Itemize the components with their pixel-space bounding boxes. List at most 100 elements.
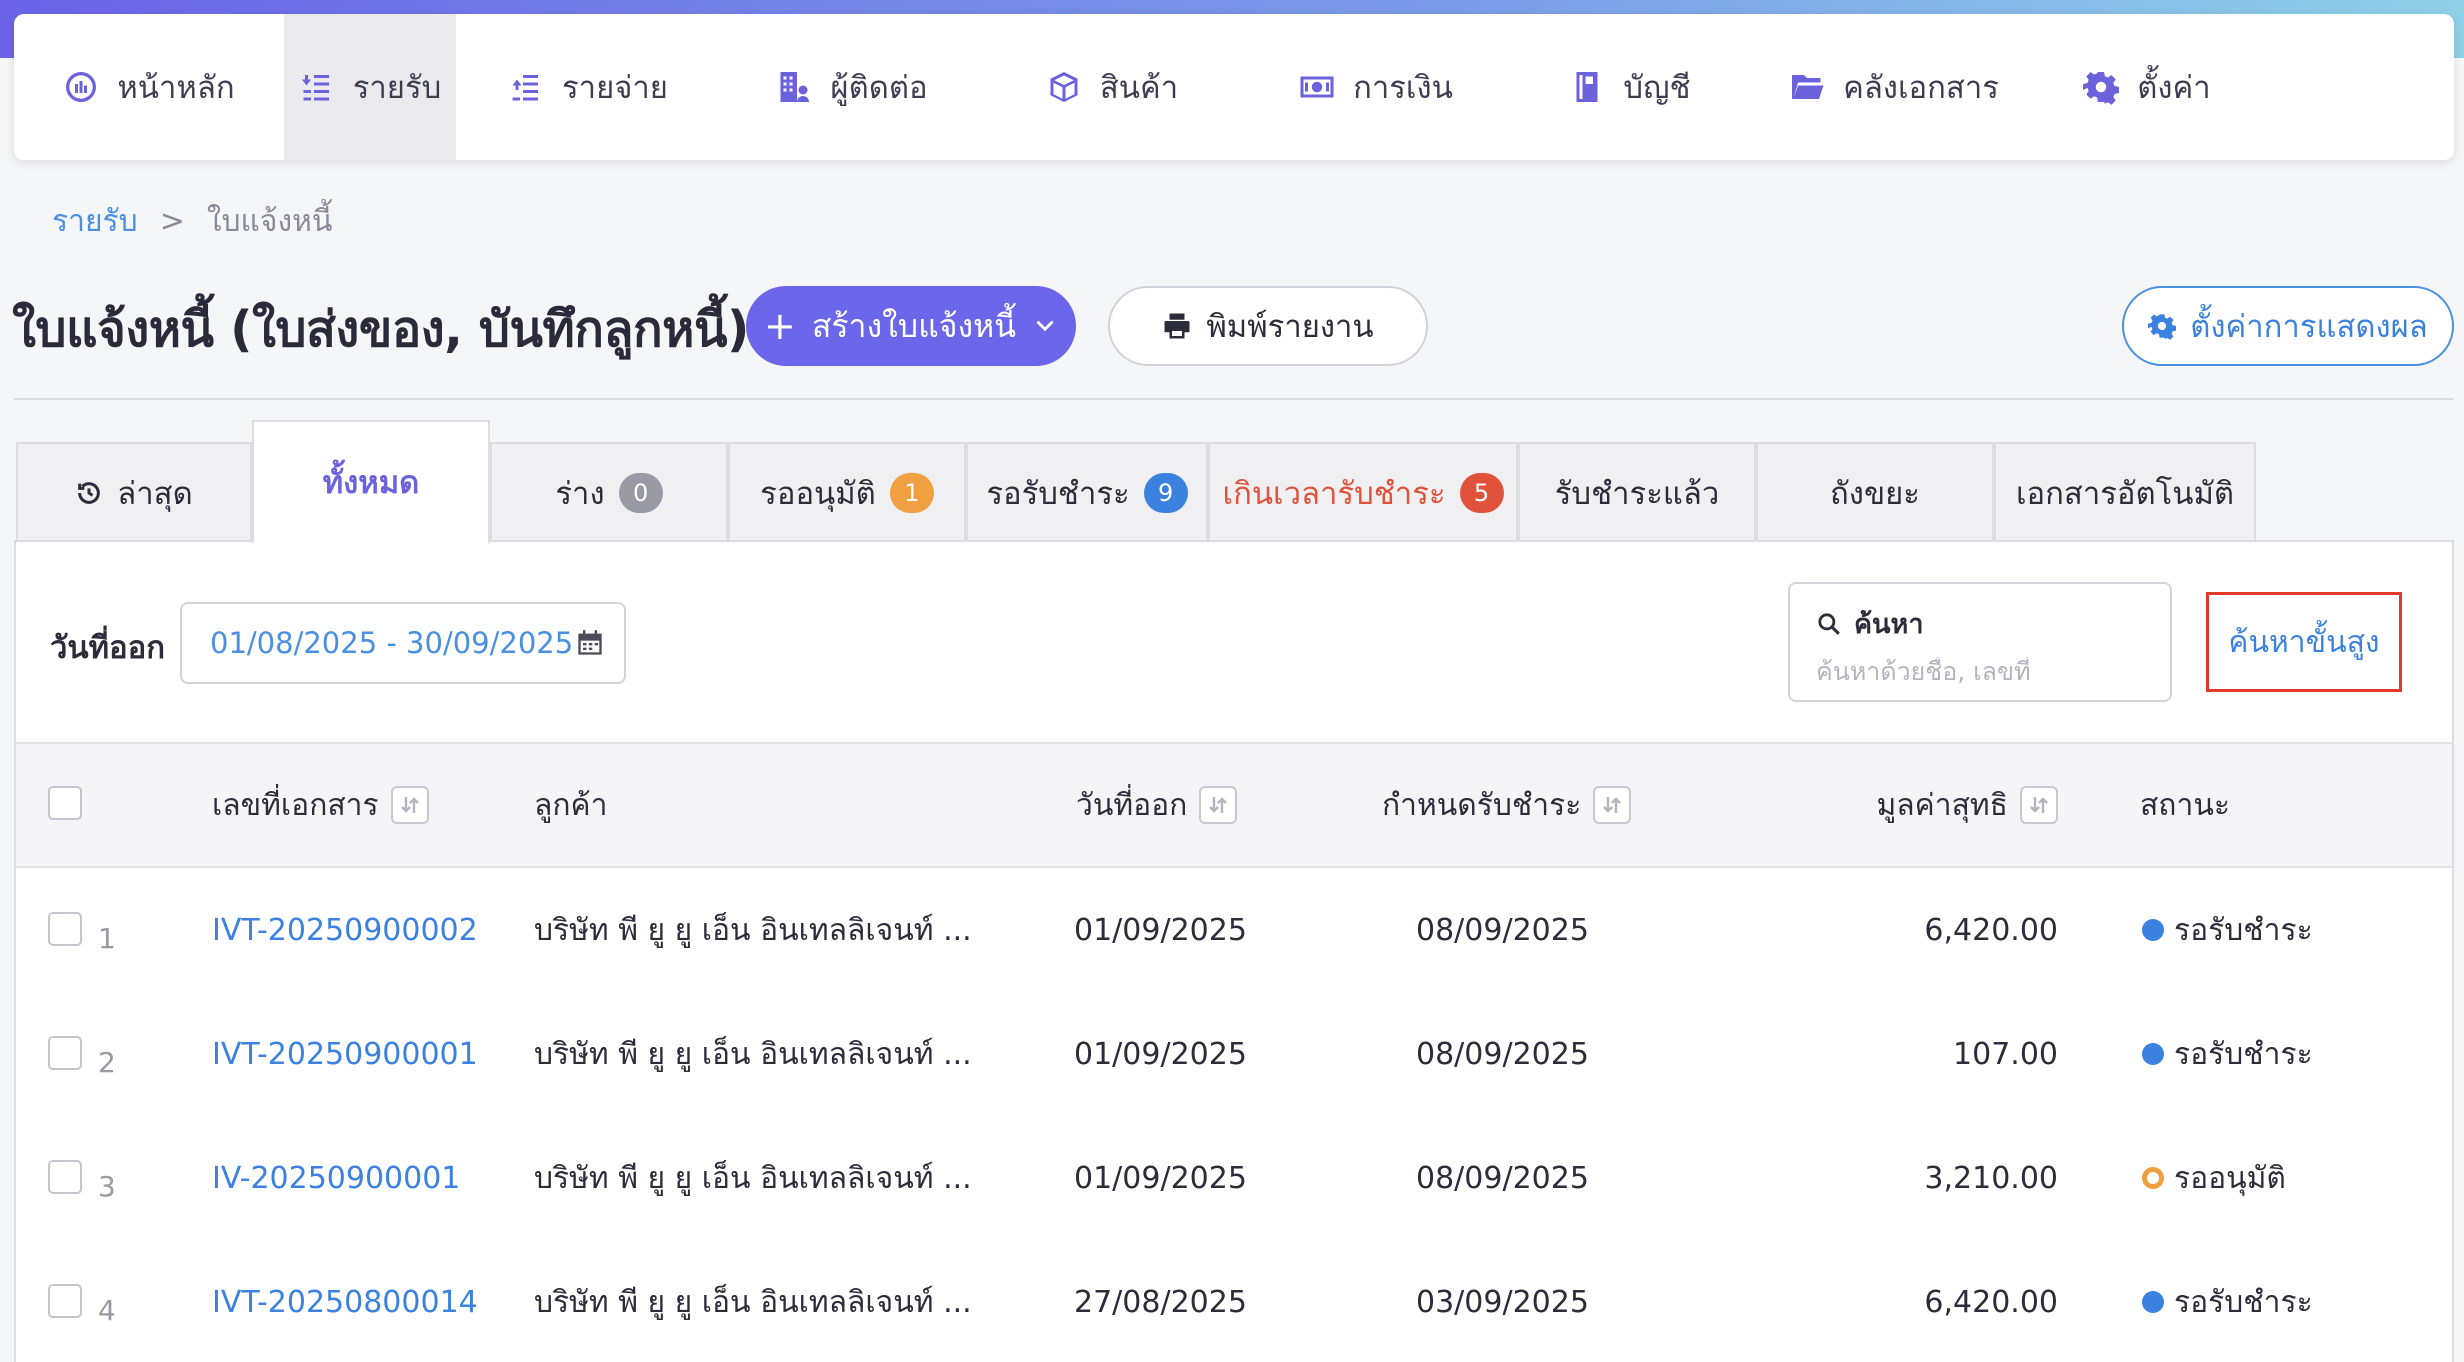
status-badge: รอรับชำระ xyxy=(2142,992,2313,1116)
product-box-icon xyxy=(1050,72,1078,102)
tab-label: ถังขยะ xyxy=(1830,476,1920,512)
tab-awaiting-payment[interactable]: รอรับชำระ 9 xyxy=(966,442,1208,542)
issue-date: 27/08/2025 xyxy=(1074,1284,1247,1320)
nav-item-expense[interactable]: รายจ่าย xyxy=(456,14,720,160)
issue-date: 01/09/2025 xyxy=(1074,1036,1247,1072)
column-header-due-date[interactable]: กำหนดรับชำระ xyxy=(1382,744,1632,866)
status-badge: รออนุมัติ xyxy=(2142,1116,2286,1240)
print-report-label: พิมพ์รายงาน xyxy=(1206,309,1374,345)
column-label: สถานะ xyxy=(2140,787,2230,823)
sort-icon[interactable] xyxy=(390,786,429,824)
breadcrumb-parent-link[interactable]: รายรับ xyxy=(52,198,138,245)
due-date: 08/09/2025 xyxy=(1416,912,1589,948)
tab-paid[interactable]: รับชำระแล้ว xyxy=(1518,442,1756,542)
issue-date: 01/09/2025 xyxy=(1074,912,1247,948)
table-row[interactable]: 1 IVT-20250900002 บริษัท พี ยู ยู เอ็น อ… xyxy=(16,868,2452,992)
advanced-search-link[interactable]: ค้นหาขั้นสูง xyxy=(2206,592,2402,692)
tab-latest[interactable]: ล่าสุด xyxy=(16,442,252,542)
tab-awaiting-approval[interactable]: รออนุมัติ 1 xyxy=(728,442,966,542)
tab-trash[interactable]: ถังขยะ xyxy=(1756,442,1994,542)
tab-draft[interactable]: ร่าง 0 xyxy=(490,442,728,542)
search-label: ค้นหา xyxy=(1854,609,1924,640)
nav-label: ตั้งค่า xyxy=(2137,70,2211,106)
tab-label: ร่าง xyxy=(555,476,605,512)
tab-all[interactable]: ทั้งหมด xyxy=(252,420,490,544)
due-date: 08/09/2025 xyxy=(1416,1160,1589,1196)
doc-number-link[interactable]: IVT-20250900002 xyxy=(212,868,478,992)
nav-item-income[interactable]: รายรับ xyxy=(284,14,456,160)
search-icon xyxy=(1818,612,1840,635)
nav-label: รายรับ xyxy=(352,70,442,106)
count-badge: 1 xyxy=(889,473,934,513)
net-value: 6,420.00 xyxy=(1924,912,2058,948)
print-report-button[interactable]: พิมพ์รายงาน xyxy=(1108,286,1428,366)
tab-label: ทั้งหมด xyxy=(322,465,420,501)
select-all-checkbox[interactable] xyxy=(48,786,82,820)
tab-label: รับชำระแล้ว xyxy=(1554,476,1720,512)
nav-item-settings[interactable]: ตั้งค่า xyxy=(2040,14,2254,160)
issue-date: 01/09/2025 xyxy=(1074,1160,1247,1196)
nav-label: ผู้ติดต่อ xyxy=(830,70,928,106)
tab-label: รออนุมัติ xyxy=(760,476,876,512)
row-number: 1 xyxy=(98,921,116,955)
nav-item-documents[interactable]: คลังเอกสาร xyxy=(1748,14,2040,160)
search-input[interactable] xyxy=(1816,657,2144,686)
net-value: 107.00 xyxy=(1953,1036,2058,1072)
row-checkbox[interactable] xyxy=(48,1036,82,1070)
net-value: 6,420.00 xyxy=(1924,1284,2058,1320)
invoice-list-panel: วันที่ออก 01/08/2025 - 30/09/2025 ค้นหา … xyxy=(14,540,2454,1362)
tab-overdue[interactable]: เกินเวลารับชำระ 5 xyxy=(1208,442,1518,542)
sort-icon[interactable] xyxy=(1199,786,1238,824)
customer-name: บริษัท พี ยู ยู เอ็น อินเทลลิเจนท์ ... xyxy=(534,1160,972,1196)
calendar-icon xyxy=(578,630,602,655)
table-row[interactable]: 4 IVT-20250800014 บริษัท พี ยู ยู เอ็น อ… xyxy=(16,1240,2452,1362)
status-dot-icon xyxy=(2142,1167,2164,1189)
column-header-doc-no[interactable]: เลขที่เอกสาร xyxy=(212,744,429,866)
main-nav: หน้าหลัก รายรับ รายจ่าย ผู้ติดต่อ สินค้า… xyxy=(14,14,2454,160)
tab-label: เกินเวลารับชำระ xyxy=(1222,476,1446,512)
column-header-net-value[interactable]: มูลค่าสุทธิ xyxy=(1877,744,2058,866)
status-dot-icon xyxy=(2142,919,2164,941)
doc-number-link[interactable]: IVT-20250900001 xyxy=(212,992,478,1116)
nav-label: สินค้า xyxy=(1099,70,1179,106)
tab-label: รอรับชำระ xyxy=(986,476,1130,512)
column-header-issue-date[interactable]: วันที่ออก xyxy=(1076,744,1238,866)
due-date: 03/09/2025 xyxy=(1416,1284,1589,1320)
status-text: รอรับชำระ xyxy=(2174,1284,2313,1320)
date-range-value: 01/08/2025 - 30/09/2025 xyxy=(210,626,574,660)
nav-item-finance[interactable]: การเงิน xyxy=(1240,14,1512,160)
status-text: รออนุมัติ xyxy=(2174,1160,2286,1196)
table-row[interactable]: 3 IV-20250900001 บริษัท พี ยู ยู เอ็น อิ… xyxy=(16,1116,2452,1240)
sort-icon[interactable] xyxy=(1593,786,1632,824)
table-row[interactable]: 2 IVT-20250900001 บริษัท พี ยู ยู เอ็น อ… xyxy=(16,992,2452,1116)
row-checkbox[interactable] xyxy=(48,1160,82,1194)
ledger-icon xyxy=(1576,72,1598,102)
doc-number-link[interactable]: IVT-20250800014 xyxy=(212,1240,478,1362)
tab-label: ล่าสุด xyxy=(117,476,193,512)
column-label: มูลค่าสุทธิ xyxy=(1876,787,2008,823)
tab-automated-documents[interactable]: เอกสารอัตโนมัติ xyxy=(1994,442,2256,542)
doc-number-link[interactable]: IV-20250900001 xyxy=(212,1116,460,1240)
row-checkbox[interactable] xyxy=(48,912,82,946)
row-number: 2 xyxy=(98,1045,116,1079)
plus-icon: + xyxy=(763,304,796,348)
search-box: ค้นหา xyxy=(1788,582,2172,702)
net-value: 3,210.00 xyxy=(1924,1160,2058,1196)
sort-icon[interactable] xyxy=(2020,786,2058,824)
nav-item-dashboard[interactable]: หน้าหลัก xyxy=(14,14,284,160)
row-checkbox[interactable] xyxy=(48,1284,82,1318)
status-dot-icon xyxy=(2142,1043,2164,1065)
create-invoice-button[interactable]: + สร้างใบแจ้งหนี้ xyxy=(746,286,1076,366)
dashboard-icon xyxy=(66,72,97,102)
column-header-status: สถานะ xyxy=(2140,744,2230,866)
display-settings-button[interactable]: ตั้งค่าการแสดงผล xyxy=(2122,286,2454,366)
printer-icon xyxy=(1164,313,1190,339)
money-icon xyxy=(1300,76,1334,98)
page-title: ใบแจ้งหนี้ (ใบส่งของ, บันทึกลูกหนี้) xyxy=(12,301,749,358)
breadcrumb-separator: > xyxy=(159,204,185,239)
nav-item-contacts[interactable]: ผู้ติดต่อ xyxy=(720,14,984,160)
date-range-picker[interactable]: 01/08/2025 - 30/09/2025 xyxy=(180,602,626,684)
customer-name: บริษัท พี ยู ยู เอ็น อินเทลลิเจนท์ ... xyxy=(534,1036,972,1072)
nav-item-products[interactable]: สินค้า xyxy=(984,14,1240,160)
nav-item-accounting[interactable]: บัญชี xyxy=(1512,14,1748,160)
